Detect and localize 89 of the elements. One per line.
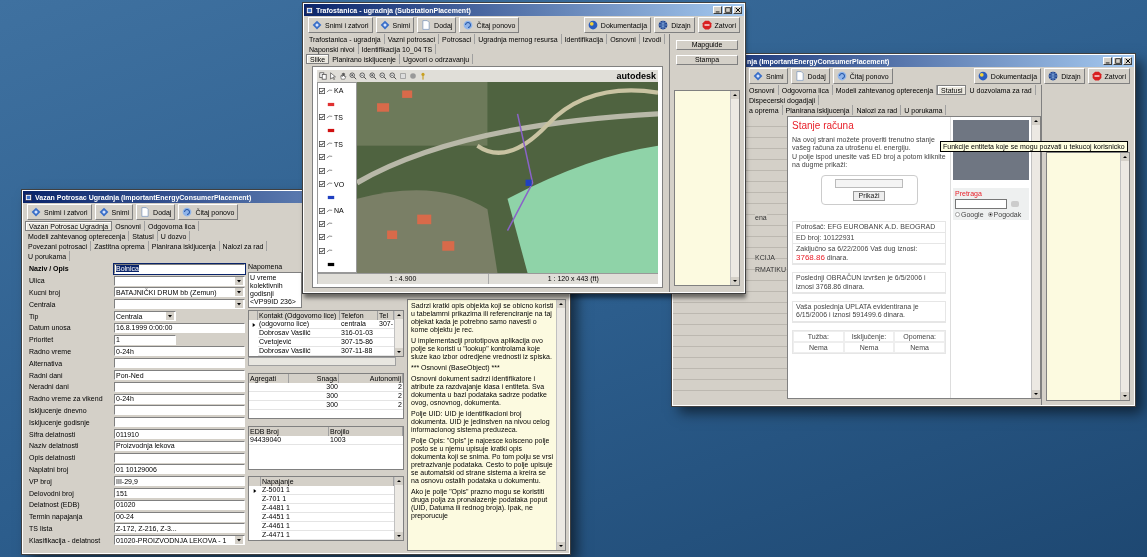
zoom-in-icon[interactable] (349, 72, 357, 80)
scroll-up-icon[interactable] (1032, 117, 1040, 125)
checkbox[interactable] (319, 87, 325, 94)
zoom-out-icon[interactable] (359, 72, 367, 80)
save-icon (379, 20, 390, 30)
dropdown-arrow-icon[interactable] (235, 276, 243, 285)
vertical-scrollbar[interactable] (394, 477, 403, 540)
input-field[interactable] (114, 381, 245, 392)
scroll-down-icon[interactable] (557, 542, 565, 550)
dropdown-field[interactable] (114, 299, 245, 310)
dropdown-arrow-icon[interactable] (166, 312, 174, 321)
checkbox[interactable] (319, 207, 325, 214)
hand-icon[interactable] (339, 72, 347, 80)
pointer-icon[interactable] (329, 72, 337, 80)
globe-icon (1048, 71, 1059, 81)
stop-icon (1091, 71, 1102, 81)
input-field[interactable] (114, 405, 245, 416)
zoom-out-icon[interactable] (389, 72, 397, 80)
dropdown-arrow-icon[interactable] (235, 288, 243, 297)
layer-line-icon (326, 248, 333, 253)
ed-number-field[interactable] (835, 178, 903, 188)
stop-icon (701, 20, 712, 30)
dropdown-arrow-icon[interactable] (235, 300, 243, 309)
scroll-down-icon[interactable] (1032, 390, 1040, 398)
checkbox[interactable] (319, 141, 325, 148)
window-icon (25, 193, 32, 201)
checkbox[interactable] (319, 154, 325, 161)
column-header (249, 477, 261, 486)
layer-line-icon (326, 88, 333, 93)
scroll-down-icon[interactable] (1121, 392, 1129, 400)
globe-icon (658, 20, 669, 30)
layer-line-icon (326, 155, 333, 160)
layer-line-icon (326, 235, 333, 240)
checkbox[interactable] (319, 114, 325, 121)
info-icon (587, 20, 598, 30)
refresh-icon (182, 207, 193, 217)
layer-line-icon (326, 182, 333, 187)
close-icon[interactable] (1124, 58, 1131, 64)
dropdown-field[interactable] (114, 275, 245, 286)
window-icon (306, 6, 313, 14)
layer-line-icon (326, 142, 333, 147)
dropdown-arrow-icon[interactable] (235, 536, 243, 545)
vertical-scrollbar[interactable] (1120, 153, 1129, 400)
layer-line-icon (326, 222, 333, 227)
scroll-up-icon[interactable] (395, 477, 403, 485)
save-icon (753, 71, 763, 81)
scroll-down-icon[interactable] (395, 532, 403, 540)
page-heading: Stanje računa (792, 120, 855, 131)
info-icon (977, 71, 988, 81)
horizontal-scrollbar[interactable] (248, 357, 396, 366)
scroll-up-icon[interactable] (557, 300, 565, 308)
document-icon (794, 71, 805, 81)
column-header (249, 311, 258, 320)
checkbox[interactable] (319, 181, 325, 188)
zoom-in-icon[interactable] (369, 72, 377, 80)
scroll-down-icon[interactable] (395, 348, 403, 356)
save-icon (31, 207, 41, 217)
input-field[interactable] (114, 452, 245, 463)
maximize-icon[interactable] (1114, 58, 1121, 64)
refresh-icon (836, 71, 847, 81)
close-icon[interactable] (734, 7, 741, 13)
checkbox[interactable] (319, 247, 325, 254)
radio-icon[interactable] (955, 212, 960, 217)
document-icon (140, 207, 151, 217)
vertical-scrollbar[interactable] (556, 300, 565, 550)
scroll-up-icon[interactable] (731, 91, 739, 99)
refresh-icon (463, 20, 474, 30)
vertical-scrollbar[interactable] (730, 91, 739, 285)
input-field[interactable] (114, 417, 245, 428)
layer-line-icon (326, 115, 333, 120)
scroll-up-icon[interactable] (1121, 153, 1129, 161)
search-field[interactable] (955, 199, 1007, 209)
scroll-down-icon[interactable] (731, 277, 739, 285)
copy-icon[interactable] (319, 72, 327, 80)
save-icon (98, 207, 109, 217)
logo-text: autodesk (616, 71, 656, 81)
scroll-up-icon[interactable] (395, 311, 403, 319)
document-icon (421, 20, 432, 30)
vertical-scrollbar[interactable] (394, 311, 403, 356)
layer-line-icon (326, 168, 333, 173)
input-field[interactable] (114, 358, 245, 369)
layer-line-icon (326, 208, 333, 213)
save-icon (312, 20, 322, 30)
checkbox[interactable] (319, 234, 325, 241)
radio-icon[interactable] (987, 212, 993, 217)
maximize-icon[interactable] (724, 7, 731, 13)
checkbox[interactable] (319, 167, 325, 174)
checkbox[interactable] (319, 221, 325, 228)
zoom-out-icon[interactable] (379, 72, 387, 80)
